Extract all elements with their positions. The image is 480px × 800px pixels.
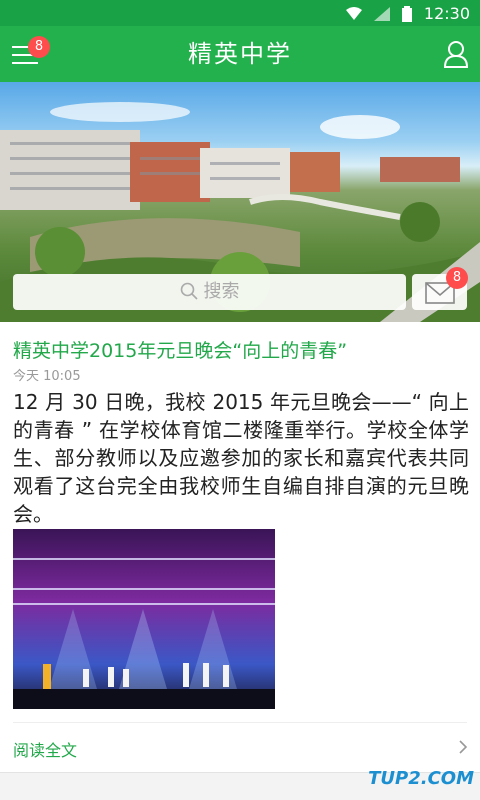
article-title[interactable]: 精英中学2015年元旦晚会“向上的青春”: [13, 336, 347, 363]
article-body: 12 月 30 日晚，我校 2015 年元旦晚会——“ 向上的青春 ” 在学校体…: [13, 390, 469, 526]
clock: 12:30: [423, 4, 470, 23]
mail-badge: 8: [446, 267, 468, 289]
app-bar: 8 精英中学: [0, 26, 480, 82]
wifi-icon: [345, 6, 362, 20]
user-button[interactable]: [443, 40, 469, 68]
search-placeholder: 搜索: [203, 281, 240, 302]
read-more-link[interactable]: 阅读全文: [13, 737, 77, 761]
signal-icon: [373, 6, 390, 21]
divider: [13, 722, 467, 723]
chevron-right-icon[interactable]: [458, 740, 468, 754]
article-timestamp: 今天 10:05: [13, 369, 81, 384]
status-bar: 12:30: [0, 0, 480, 26]
messages-button[interactable]: 8: [412, 267, 468, 310]
search-icon: [180, 282, 198, 300]
page-title: 精英中学: [188, 40, 292, 68]
user-icon: [443, 41, 469, 68]
watermark-logo: TUP2.COM: [368, 768, 474, 789]
stage-illustration: [13, 558, 275, 709]
article-image[interactable]: [13, 529, 275, 709]
search-input[interactable]: 搜索: [13, 274, 406, 310]
battery-icon: [401, 5, 412, 22]
